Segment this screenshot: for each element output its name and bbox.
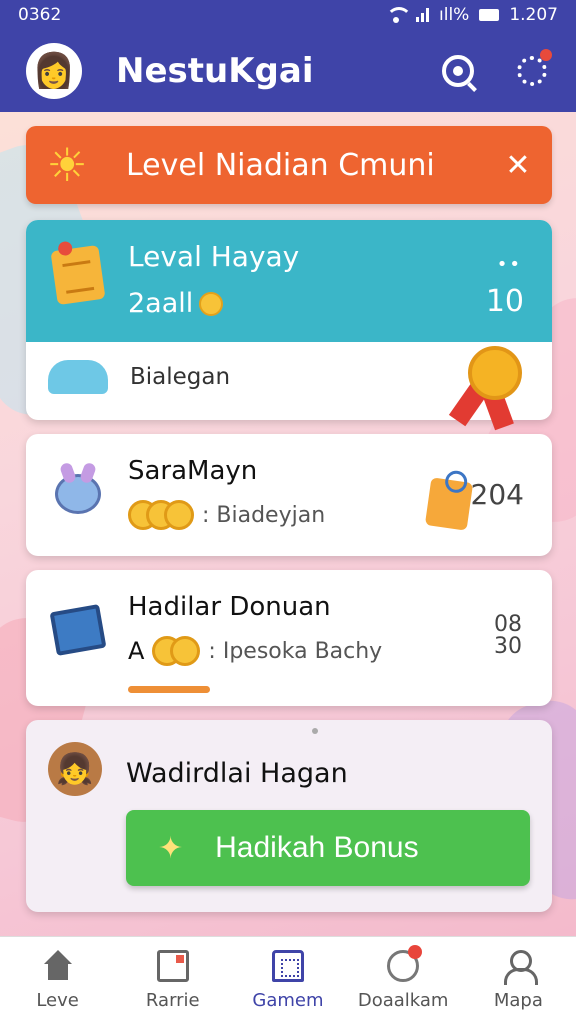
banner-title: Level Niadian Cmuni xyxy=(126,147,435,183)
loading-dots-icon xyxy=(517,56,547,86)
list-item-value: 204 xyxy=(470,478,524,511)
user-icon xyxy=(502,950,539,985)
girl-avatar-icon: 👧 xyxy=(48,742,102,796)
list-item-icon xyxy=(49,602,107,658)
close-icon[interactable]: ✕ xyxy=(498,148,538,183)
signal-icon xyxy=(416,8,429,22)
sun-icon: ☀ xyxy=(46,138,88,192)
avatar[interactable]: 👩 xyxy=(26,43,82,99)
progress-bar xyxy=(128,686,210,693)
search-icon xyxy=(442,55,474,87)
nav-label: Rarrie xyxy=(145,990,200,1011)
nav-item-doaalkam[interactable]: Doaalkam xyxy=(348,945,458,1011)
search-button[interactable] xyxy=(440,53,476,89)
notepad-icon xyxy=(50,244,106,306)
app-title: NestuKgai xyxy=(116,51,314,91)
bonus-card: 👧 Wadirdlai Hagan ✦ Hadikah Bonus xyxy=(26,720,552,912)
list-item[interactable]: SaraMayn : Biadeyjan 204 xyxy=(26,434,552,556)
status-time-right: 1.207 xyxy=(509,5,558,25)
notification-dot xyxy=(540,49,552,61)
tablet-icon xyxy=(49,603,107,657)
level-card-header: Leval Hayay 2aall •• 10 xyxy=(26,220,552,342)
claim-bonus-button[interactable]: ✦ Hadikah Bonus xyxy=(126,810,530,886)
nav-item-mapa[interactable]: Mapa xyxy=(463,950,573,1011)
location-pin-icon xyxy=(387,945,423,982)
list-item-prefix: A xyxy=(128,637,145,665)
level-banner[interactable]: ☀ Level Niadian Cmuni ✕ xyxy=(26,126,552,204)
app-header: 👩 NestuKgai xyxy=(0,30,576,112)
level-subtitle: 2aall xyxy=(128,288,194,319)
pager-dot xyxy=(312,728,318,734)
nav-item-gamem[interactable]: Gamem xyxy=(233,950,343,1011)
nav-item-rarrie[interactable]: Rarrie xyxy=(118,950,228,1011)
progress-fill xyxy=(128,686,210,693)
battery-icon xyxy=(479,9,500,21)
status-time-left: 0362 xyxy=(18,5,62,25)
list-item[interactable]: Hadilar Donuan A : Ipesoka Bachy 08 30 xyxy=(26,570,552,706)
list-item-title: SaraMayn xyxy=(128,456,258,486)
nav-label: Doaalkam xyxy=(357,990,449,1011)
wifi-icon xyxy=(386,7,412,23)
more-icon[interactable]: •• xyxy=(497,254,522,275)
sparkle-icon: ✦ xyxy=(158,831,184,865)
list-item-subtitle: : Biadeyjan xyxy=(202,502,326,528)
menu-button[interactable] xyxy=(514,49,552,89)
list-item-value: 08 30 xyxy=(494,614,522,658)
nav-label: Mapa xyxy=(493,990,543,1011)
building-icon xyxy=(271,950,304,982)
coins-icon xyxy=(152,636,201,666)
level-subtitle-row: 2aall xyxy=(128,288,224,319)
signal-text: ıll% xyxy=(439,5,470,25)
nav-label: Gamem xyxy=(252,990,324,1011)
list-item-title: Hadilar Donuan xyxy=(128,592,331,622)
level-footer-label: Bialegan xyxy=(130,364,231,390)
status-indicators: ıll% 1.207 xyxy=(386,5,558,25)
medal-icon xyxy=(448,346,528,431)
cloud-icon xyxy=(48,360,108,394)
level-title: Leval Hayay xyxy=(128,240,300,273)
bonus-title: Wadirdlai Hagan xyxy=(126,758,348,789)
nav-item-leve[interactable]: Leve xyxy=(3,950,113,1011)
notebook-icon xyxy=(424,477,474,531)
nav-label: Leve xyxy=(36,990,79,1011)
list-item-subtitle-row: : Biadeyjan xyxy=(128,500,325,530)
bottom-nav: Leve Rarrie Gamem Doaalkam Mapa xyxy=(0,936,576,1024)
bunny-icon xyxy=(55,474,101,514)
bonus-button-label: Hadikah Bonus xyxy=(215,831,419,864)
list-item-subtitle: : Ipesoka Bachy xyxy=(208,638,383,664)
list-item-icon xyxy=(50,466,106,522)
coin-icon xyxy=(199,291,224,316)
picture-frame-icon xyxy=(156,950,189,982)
list-item-value-bottom: 30 xyxy=(494,634,522,659)
home-icon xyxy=(42,950,74,982)
coins-icon xyxy=(128,500,194,530)
list-item-subtitle-row: A : Ipesoka Bachy xyxy=(128,636,382,666)
level-value: 10 xyxy=(485,284,524,319)
status-bar: 0362 ıll% 1.207 xyxy=(0,0,576,30)
